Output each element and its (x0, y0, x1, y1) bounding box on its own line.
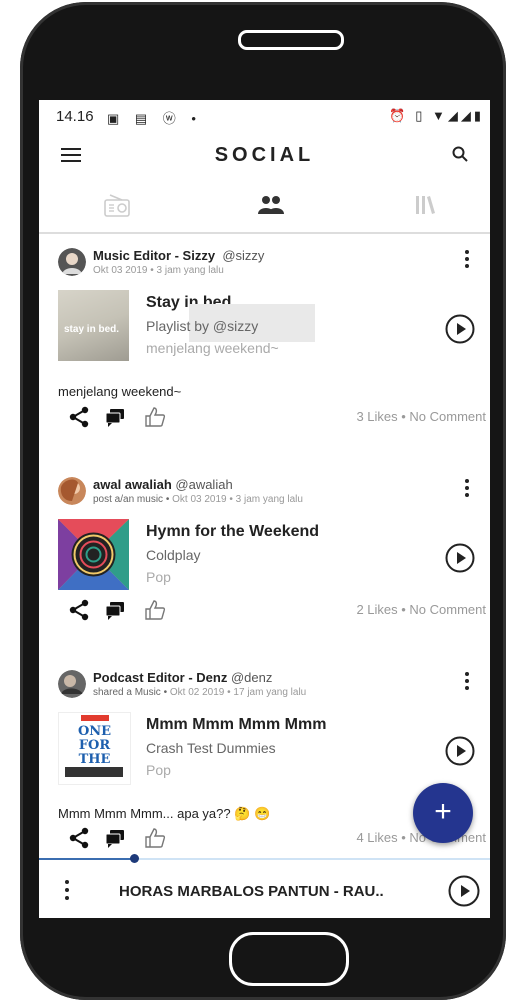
app-bar: SOCIAL (39, 132, 490, 182)
song-title[interactable]: Mmm Mmm Mmm Mmm (146, 716, 326, 734)
more-options-icon[interactable] (465, 250, 471, 270)
post-actions (68, 827, 178, 849)
author-handle[interactable]: @denz (231, 670, 272, 685)
song-genre: Pop (146, 569, 171, 585)
page-title: SOCIAL (214, 144, 315, 166)
cover-badge (81, 715, 109, 721)
status-system-icons: ⏰ ▯ ▼◢◢▮ (389, 108, 484, 123)
post-meta: shared a Music • Okt 02 2019 • 17 jam ya… (93, 687, 306, 698)
song-artist: Coldplay (146, 547, 201, 563)
album-cover[interactable]: stay in bed. (58, 290, 129, 361)
tab-library[interactable] (405, 194, 445, 224)
tab-social[interactable] (251, 194, 291, 224)
author-handle[interactable]: @sizzy (222, 248, 264, 263)
home-button[interactable] (229, 932, 349, 986)
cover-text: stay in bed. (64, 324, 120, 335)
feed-post: awal awaliah @awaliah post a/an music • … (39, 477, 490, 627)
post-caption: menjelang weekend~ (58, 384, 182, 399)
comment-icon[interactable] (104, 406, 126, 428)
playback-progress-bar[interactable] (39, 854, 490, 863)
add-post-button[interactable]: + (413, 783, 473, 843)
author-handle[interactable]: @awaliah (175, 477, 232, 492)
comment-icon[interactable] (104, 827, 126, 849)
status-time: 14.16 (56, 108, 94, 125)
player-play-icon[interactable] (448, 875, 480, 907)
post-stats: 2 Likes • No Comment (356, 602, 486, 617)
post-meta: post a/an music • Okt 03 2019 • 3 jam ya… (93, 494, 303, 505)
mini-player[interactable]: HORAS MARBALOS PANTUN - RAU.. (39, 854, 490, 918)
library-icon (416, 196, 435, 214)
now-playing-title[interactable]: HORAS MARBALOS PANTUN - RAU.. (119, 883, 384, 900)
search-icon[interactable] (452, 146, 468, 162)
author-name[interactable]: Music Editor - Sizzy (93, 248, 215, 263)
more-options-icon[interactable] (465, 672, 471, 692)
like-icon[interactable] (144, 827, 166, 849)
author-line: Music Editor - Sizzy @sizzy (93, 248, 264, 263)
play-button-icon[interactable] (445, 314, 475, 344)
song-title[interactable]: Hymn for the Weekend (146, 523, 319, 541)
author-name[interactable]: awal awaliah (93, 477, 172, 492)
play-button-icon[interactable] (445, 543, 475, 573)
like-icon[interactable] (144, 406, 166, 428)
song-artist: Playlist by @sizzy (146, 318, 259, 334)
tab-radio[interactable] (97, 194, 137, 224)
album-cover[interactable]: ONE FOR THE LADS (58, 712, 131, 785)
song-genre: Pop (146, 762, 171, 778)
author-line: Podcast Editor - Denz @denz (93, 670, 272, 685)
avatar[interactable] (58, 670, 86, 698)
post-date: Okt 03 2019 • 3 jam yang lalu (172, 494, 303, 505)
status-bar: 14.16 ▣ ▤ ⓦ • ⏰ ▯ ▼◢◢▮ (39, 100, 490, 132)
author-name[interactable]: Podcast Editor - Denz (93, 670, 227, 685)
avatar[interactable] (58, 477, 86, 505)
play-button-icon[interactable] (445, 736, 475, 766)
post-activity: post a/an music • (93, 494, 170, 505)
post-date: Okt 03 2019 • 3 jam yang lalu (93, 265, 224, 276)
more-options-icon[interactable] (465, 479, 471, 499)
playback-progress-knob[interactable] (129, 854, 139, 863)
post-caption: Mmm Mmm Mmm... apa ya?? 🤔 😁 (58, 806, 271, 821)
comment-icon[interactable] (104, 599, 126, 621)
share-icon[interactable] (68, 406, 90, 428)
cover-footer (65, 767, 123, 777)
tab-bar (39, 188, 490, 234)
status-notification-icons: ▣ ▤ ⓦ • (107, 111, 202, 126)
like-icon[interactable] (144, 599, 166, 621)
post-actions (68, 406, 178, 428)
radio-icon (104, 194, 130, 217)
post-date: Okt 02 2019 • 17 jam yang lalu (169, 687, 307, 698)
people-icon (258, 196, 284, 214)
post-actions (68, 599, 178, 621)
feed-post: Music Editor - Sizzy @sizzy Okt 03 2019 … (39, 248, 490, 428)
share-icon[interactable] (68, 827, 90, 849)
song-artist: Crash Test Dummies (146, 740, 276, 756)
post-stats: 3 Likes • No Comment (356, 409, 486, 424)
post-activity: shared a Music • (93, 687, 168, 698)
album-cover[interactable] (58, 519, 129, 590)
author-line: awal awaliah @awaliah (93, 477, 233, 492)
phone-speaker (238, 30, 344, 50)
song-genre: menjelang weekend~ (146, 340, 279, 356)
avatar[interactable] (58, 248, 86, 276)
playback-progress-fill (39, 858, 134, 860)
player-more-options-icon[interactable] (65, 880, 71, 904)
share-icon[interactable] (68, 599, 90, 621)
